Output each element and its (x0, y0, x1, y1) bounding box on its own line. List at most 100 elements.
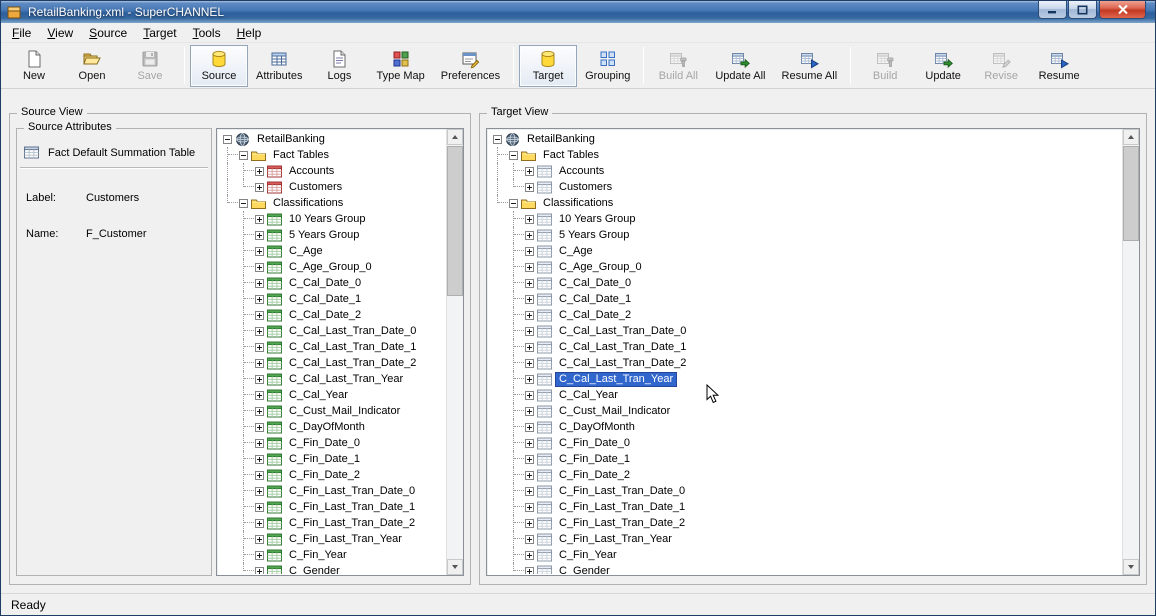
tree-expander-plus[interactable] (525, 551, 534, 560)
tree-node-c-cal-last-tran-date-2[interactable]: C_Cal_Last_Tran_Date_2 (286, 357, 419, 370)
tree-expander-plus[interactable] (525, 263, 534, 272)
tree-node-10-years-group[interactable]: 10 Years Group (556, 213, 638, 226)
tree-node-5-years-group[interactable]: 5 Years Group (556, 229, 632, 242)
tree-expander-plus[interactable] (525, 247, 534, 256)
tree-expander-plus[interactable] (525, 471, 534, 480)
tree-node-c-cust-mail-indicator[interactable]: C_Cust_Mail_Indicator (556, 405, 673, 418)
minimize-button[interactable] (1038, 1, 1067, 19)
tree-expander-plus[interactable] (525, 375, 534, 384)
tree-node-c-fin-date-2[interactable]: C_Fin_Date_2 (286, 469, 363, 482)
menu-source[interactable]: Source (81, 24, 135, 42)
tree-node-c-cal-last-tran-date-2[interactable]: C_Cal_Last_Tran_Date_2 (556, 357, 689, 370)
tree-node-c-fin-last-tran-year[interactable]: C_Fin_Last_Tran_Year (286, 533, 405, 546)
scroll-up-button[interactable] (447, 129, 463, 145)
tree-node-c-fin-year[interactable]: C_Fin_Year (286, 549, 350, 562)
tree-node-c-cal-last-tran-date-0[interactable]: C_Cal_Last_Tran_Date_0 (286, 325, 419, 338)
tree-expander-plus[interactable] (525, 359, 534, 368)
toolbar-preferences-button[interactable]: Preferences (433, 45, 508, 87)
toolbar-grouping-button[interactable]: Grouping (577, 45, 638, 87)
toolbar-resume-all-button[interactable]: Resume All (774, 45, 846, 87)
scroll-down-button[interactable] (1123, 559, 1139, 575)
tree-expander-plus[interactable] (255, 503, 264, 512)
maximize-button[interactable] (1068, 1, 1097, 19)
toolbar-logs-button[interactable]: Logs (310, 45, 368, 87)
tree-expander-plus[interactable] (255, 535, 264, 544)
tree-expander-minus[interactable] (493, 135, 502, 144)
tree-node-c-age-group-0[interactable]: C_Age_Group_0 (556, 261, 645, 274)
tree-node-c-fin-last-tran-date-2[interactable]: C_Fin_Last_Tran_Date_2 (556, 517, 688, 530)
tree-node-c-cal-date-0[interactable]: C_Cal_Date_0 (556, 277, 634, 290)
tree-expander-plus[interactable] (255, 343, 264, 352)
tree-expander-minus[interactable] (509, 151, 518, 160)
tree-node-5-years-group[interactable]: 5 Years Group (286, 229, 362, 242)
menu-file[interactable]: File (4, 24, 39, 42)
tree-node-c-cal-date-0[interactable]: C_Cal_Date_0 (286, 277, 364, 290)
tree-expander-plus[interactable] (525, 343, 534, 352)
tree-expander-plus[interactable] (255, 487, 264, 496)
tree-node-customers[interactable]: Customers (556, 181, 615, 194)
tree-node-c-fin-year[interactable]: C_Fin_Year (556, 549, 620, 562)
tree-expander-plus[interactable] (255, 359, 264, 368)
tree-expander-plus[interactable] (525, 311, 534, 320)
scroll-thumb[interactable] (447, 146, 463, 296)
tree-expander-plus[interactable] (255, 423, 264, 432)
tree-expander-plus[interactable] (255, 567, 264, 575)
tree-node-c-cal-last-tran-year[interactable]: C_Cal_Last_Tran_Year (556, 373, 676, 386)
tree-node-retailbanking[interactable]: RetailBanking (524, 133, 598, 146)
tree-node-c-age[interactable]: C_Age (286, 245, 326, 258)
close-button[interactable] (1099, 1, 1146, 19)
tree-node-10-years-group[interactable]: 10 Years Group (286, 213, 368, 226)
tree-expander-plus[interactable] (255, 375, 264, 384)
source-tree-scrollbar[interactable] (446, 129, 463, 575)
tree-expander-plus[interactable] (255, 215, 264, 224)
tree-expander-plus[interactable] (255, 295, 264, 304)
tree-expander-plus[interactable] (255, 407, 264, 416)
tree-expander-plus[interactable] (525, 183, 534, 192)
tree-node-c-dayofmonth[interactable]: C_DayOfMonth (556, 421, 638, 434)
tree-expander-plus[interactable] (525, 231, 534, 240)
menu-view[interactable]: View (39, 24, 81, 42)
tree-expander-plus[interactable] (525, 535, 534, 544)
tree-node-c-cal-date-1[interactable]: C_Cal_Date_1 (556, 293, 634, 306)
tree-expander-plus[interactable] (255, 455, 264, 464)
tree-node-c-cal-year[interactable]: C_Cal_Year (556, 389, 621, 402)
tree-node-c-fin-last-tran-date-1[interactable]: C_Fin_Last_Tran_Date_1 (286, 501, 418, 514)
toolbar-open-button[interactable]: Open (63, 45, 121, 87)
tree-node-c-fin-date-1[interactable]: C_Fin_Date_1 (556, 453, 633, 466)
scroll-thumb[interactable] (1123, 146, 1139, 241)
tree-node-c-cal-date-2[interactable]: C_Cal_Date_2 (286, 309, 364, 322)
toolbar-attributes-button[interactable]: Attributes (248, 45, 310, 87)
tree-node-c-fin-last-tran-date-0[interactable]: C_Fin_Last_Tran_Date_0 (286, 485, 418, 498)
tree-expander-plus[interactable] (255, 327, 264, 336)
tree-node-classifications[interactable]: Classifications (540, 197, 616, 210)
tree-node-c-fin-date-0[interactable]: C_Fin_Date_0 (556, 437, 633, 450)
toolbar-update-all-button[interactable]: Update All (707, 45, 773, 87)
tree-expander-plus[interactable] (525, 455, 534, 464)
tree-node-c-fin-last-tran-year[interactable]: C_Fin_Last_Tran_Year (556, 533, 675, 546)
menu-help[interactable]: Help (229, 24, 270, 42)
menu-tools[interactable]: Tools (185, 24, 229, 42)
scroll-down-button[interactable] (447, 559, 463, 575)
tree-expander-plus[interactable] (525, 327, 534, 336)
tree-node-accounts[interactable]: Accounts (286, 165, 337, 178)
tree-expander-plus[interactable] (525, 503, 534, 512)
tree-expander-plus[interactable] (255, 439, 264, 448)
toolbar-update-button[interactable]: Update (914, 45, 972, 87)
menu-target[interactable]: Target (135, 24, 184, 42)
tree-node-c-age-group-0[interactable]: C_Age_Group_0 (286, 261, 375, 274)
tree-node-c-fin-date-0[interactable]: C_Fin_Date_0 (286, 437, 363, 450)
tree-node-c-cal-date-2[interactable]: C_Cal_Date_2 (556, 309, 634, 322)
tree-expander-plus[interactable] (525, 487, 534, 496)
tree-expander-plus[interactable] (525, 423, 534, 432)
tree-expander-plus[interactable] (255, 231, 264, 240)
scroll-up-button[interactable] (1123, 129, 1139, 145)
tree-node-customers[interactable]: Customers (286, 181, 345, 194)
tree-node-fact-tables[interactable]: Fact Tables (540, 149, 602, 162)
tree-expander-plus[interactable] (525, 407, 534, 416)
tree-node-c-cal-last-tran-year[interactable]: C_Cal_Last_Tran_Year (286, 373, 406, 386)
toolbar-source-button[interactable]: Source (190, 45, 248, 87)
tree-node-c-dayofmonth[interactable]: C_DayOfMonth (286, 421, 368, 434)
tree-node-c-gender[interactable]: C_Gender (286, 565, 343, 575)
tree-node-c-fin-date-2[interactable]: C_Fin_Date_2 (556, 469, 633, 482)
tree-expander-minus[interactable] (239, 151, 248, 160)
